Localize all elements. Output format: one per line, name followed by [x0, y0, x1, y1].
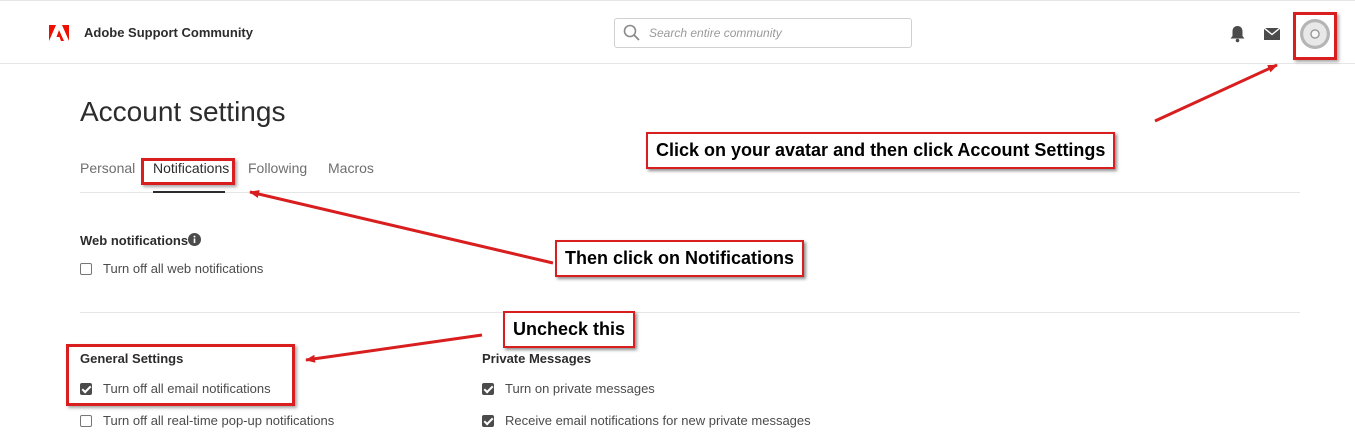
arrow-to-notifications-tab: [249, 190, 554, 265]
private-message-email-checkbox[interactable]: [482, 414, 494, 427]
search-input[interactable]: [649, 24, 899, 42]
tab-macros[interactable]: Macros: [328, 160, 374, 176]
search-box[interactable]: [614, 18, 912, 48]
section-divider: [80, 312, 1300, 313]
avatar-highlight: [1293, 12, 1337, 60]
tab-following[interactable]: Following: [248, 160, 307, 176]
turn-off-web-notifications-label: Turn off all web notifications: [103, 261, 264, 276]
private-message-email-option[interactable]: Receive email notifications for new priv…: [482, 413, 811, 428]
notifications-tab-highlight: [141, 158, 235, 185]
arrow-to-avatar: [1154, 63, 1278, 123]
web-notifications-option[interactable]: Turn off all web notifications: [80, 261, 263, 276]
brand-name[interactable]: Adobe Support Community: [84, 25, 253, 40]
turn-off-web-notifications-checkbox[interactable]: [80, 262, 92, 275]
mail-icon[interactable]: [1264, 28, 1280, 40]
tab-personal[interactable]: Personal: [80, 160, 135, 176]
search-icon: [623, 24, 640, 41]
turn-off-popup-notifications-label: Turn off all real-time pop-up notificati…: [103, 413, 335, 428]
top-header: Adobe Support Community: [0, 0, 1355, 64]
info-icon[interactable]: [188, 233, 201, 246]
web-notifications-title: Web notifications: [80, 233, 189, 248]
private-message-email-label: Receive email notifications for new priv…: [505, 413, 811, 428]
popup-notifications-option[interactable]: Turn off all real-time pop-up notificati…: [80, 413, 334, 428]
turn-on-private-messages-checkbox[interactable]: [482, 382, 494, 395]
avatar-callout: Click on your avatar and then click Acco…: [646, 132, 1116, 169]
turn-off-popup-notifications-checkbox[interactable]: [80, 414, 92, 427]
private-messages-title: Private Messages: [482, 351, 592, 366]
general-settings-highlight: [66, 344, 295, 406]
bell-icon[interactable]: [1229, 25, 1246, 43]
active-tab-indicator: [153, 191, 225, 193]
page-title: Account settings: [80, 96, 286, 127]
adobe-logo-icon[interactable]: [49, 23, 69, 43]
private-messages-option[interactable]: Turn on private messages: [482, 381, 655, 396]
uncheck-callout: Uncheck this: [503, 311, 636, 348]
tabs-divider: [80, 192, 1300, 193]
notifications-callout: Then click on Notifications: [555, 240, 805, 277]
turn-on-private-messages-label: Turn on private messages: [505, 381, 655, 396]
arrow-to-email-checkbox: [305, 333, 483, 363]
